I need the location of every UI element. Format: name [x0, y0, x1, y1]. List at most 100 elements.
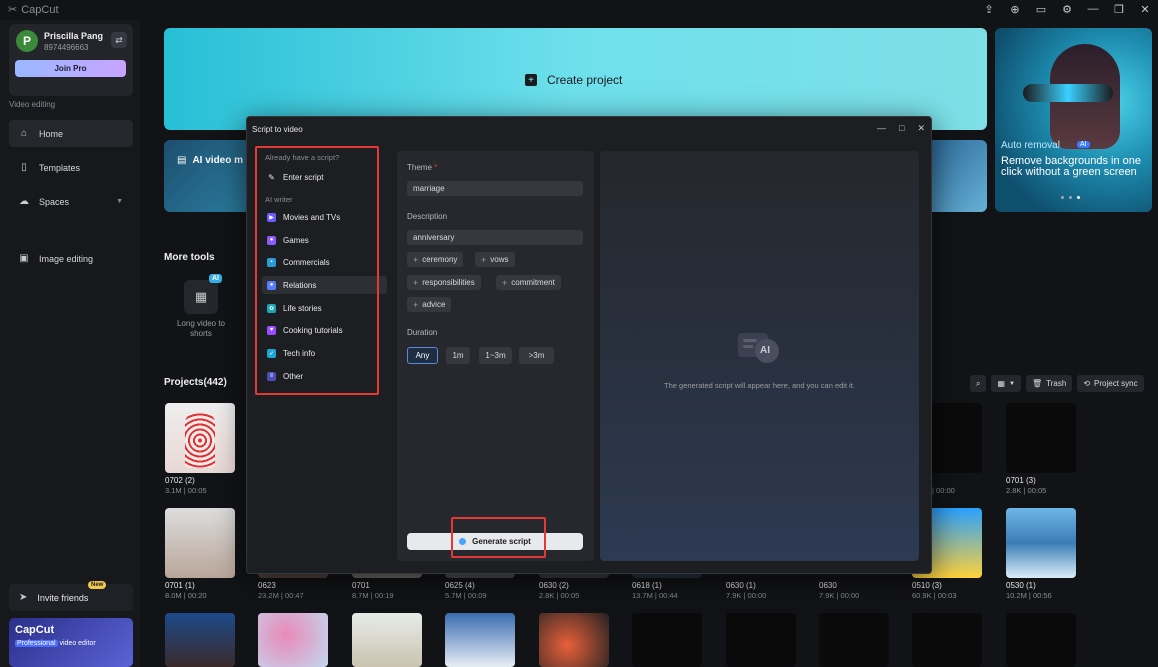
- project-thumbnail[interactable]: [1006, 613, 1076, 667]
- project-meta: 3.1M | 00:05: [165, 486, 207, 495]
- chevron-down-icon[interactable]: ▼: [116, 198, 123, 205]
- duration-1-3m[interactable]: 1~3m: [479, 347, 512, 364]
- ai-video-label: ▤ AI video m: [177, 155, 243, 166]
- sidebar-item-templates[interactable]: ▯ Templates: [9, 154, 133, 181]
- project-meta: 10.2M | 00:56: [1006, 591, 1052, 600]
- project-thumbnail[interactable]: [632, 613, 702, 667]
- carousel-dot[interactable]: [1061, 196, 1064, 199]
- project-name: 0701 (1): [165, 581, 195, 590]
- project-thumbnail[interactable]: [258, 613, 328, 667]
- theme-input[interactable]: marriage: [407, 181, 583, 196]
- promo-line2: Remove backgrounds in one click without …: [1001, 155, 1142, 178]
- highlight-box: [451, 517, 546, 558]
- project-toolbar: ⌕ ▦ ▼ 🗑 Trash ⟲ Project sync: [970, 375, 1144, 392]
- minimize-icon[interactable]: —: [1086, 2, 1100, 16]
- sidebar-item-home[interactable]: ⌂ Home: [9, 120, 133, 147]
- restore-icon[interactable]: ❐: [1112, 2, 1126, 16]
- ai-video-text: AI video m: [192, 155, 244, 166]
- promo-visor-image: [1023, 84, 1113, 102]
- description-input[interactable]: anniversary: [407, 230, 583, 245]
- project-meta: 7.9K | 00:00: [726, 591, 767, 600]
- promo-line1: Auto removal: [1001, 140, 1060, 151]
- close-icon[interactable]: ✕: [1138, 2, 1152, 16]
- project-thumbnail[interactable]: [1006, 508, 1076, 578]
- long-video-to-shorts-button[interactable]: ▦: [184, 280, 218, 314]
- carousel-dot-active[interactable]: [1077, 196, 1080, 199]
- video-icon: ▤: [177, 155, 187, 166]
- script-output-panel[interactable]: AI The generated script will appear here…: [600, 151, 919, 561]
- capcut-promo-card[interactable]: CapCut Professional video editor: [9, 618, 133, 667]
- project-name: 0510 (3): [912, 581, 942, 590]
- project-thumbnail[interactable]: [352, 613, 422, 667]
- promo-suffix: video editor: [59, 640, 96, 647]
- project-name: 0618 (1): [632, 581, 662, 590]
- project-thumbnail[interactable]: [165, 403, 235, 473]
- user-card: P Priscilla Pang 8974496663 ⇄ Join Pro: [9, 24, 133, 96]
- chevron-down-icon: ▼: [1009, 380, 1015, 387]
- chip-ceremony[interactable]: + ceremony: [407, 252, 464, 267]
- ai-tag: AI: [209, 274, 222, 283]
- project-thumbnail[interactable]: [819, 613, 889, 667]
- sidebar: P Priscilla Pang 8974496663 ⇄ Join Pro V…: [0, 20, 140, 667]
- sync-label: Project sync: [1094, 379, 1138, 388]
- project-meta: 2.8K | 00:05: [539, 591, 580, 600]
- close-icon[interactable]: ✕: [917, 123, 925, 134]
- invite-friends-button[interactable]: ➤ Invite friends New: [9, 581, 133, 611]
- join-pro-button[interactable]: Join Pro: [15, 60, 126, 77]
- project-name: 0702 (2): [165, 476, 195, 485]
- avatar[interactable]: P: [16, 30, 38, 52]
- carousel-dots[interactable]: [1061, 196, 1080, 199]
- app-name: CapCut: [21, 3, 59, 16]
- script-to-video-dialog: Script to video — □ ✕ Already have a scr…: [246, 116, 932, 574]
- home-icon: ⌂: [20, 128, 28, 139]
- create-project-button[interactable]: + Create project: [525, 73, 622, 87]
- project-thumbnail[interactable]: [165, 613, 235, 667]
- promo-carousel[interactable]: Auto removal AI Remove backgrounds in on…: [995, 28, 1152, 212]
- project-meta: 8.0M | 00:20: [165, 591, 207, 600]
- chip-vows[interactable]: + vows: [475, 252, 515, 267]
- project-name: 0630 (1): [726, 581, 756, 590]
- trash-button[interactable]: 🗑 Trash: [1026, 375, 1073, 392]
- chip-advice[interactable]: + advice: [407, 297, 452, 312]
- duration-any[interactable]: Any: [407, 347, 438, 364]
- project-sync-button[interactable]: ⟲ Project sync: [1077, 375, 1144, 392]
- project-thumbnail[interactable]: [539, 613, 609, 667]
- sidebar-item-image-editing[interactable]: ▣ Image editing: [9, 245, 133, 272]
- user-name: Priscilla Pang: [44, 31, 104, 41]
- feedback-icon[interactable]: ▭: [1034, 2, 1048, 16]
- chip-responsibilities[interactable]: + responsibilities: [407, 275, 481, 290]
- duration-1m[interactable]: 1m: [446, 347, 470, 364]
- chip-label: advice: [422, 300, 446, 309]
- project-thumbnail[interactable]: [912, 613, 982, 667]
- maximize-icon[interactable]: □: [899, 123, 904, 134]
- capcut-logo-icon: ✂: [8, 4, 18, 16]
- plus-icon: +: [413, 277, 419, 288]
- sidebar-item-label: Spaces: [39, 196, 70, 207]
- video-editing-label: Video editing: [9, 100, 56, 109]
- highlight-box: [255, 146, 379, 395]
- project-thumbnail[interactable]: [1006, 403, 1076, 473]
- user-phone: 8974496663: [44, 43, 89, 52]
- ai-video-card[interactable]: [164, 140, 250, 212]
- carousel-dot[interactable]: [1069, 196, 1072, 199]
- chip-commitment[interactable]: + commitment: [496, 275, 561, 290]
- settings-icon[interactable]: ⚙: [1060, 2, 1074, 16]
- required-mark: *: [434, 163, 438, 172]
- feature-card[interactable]: [932, 140, 987, 212]
- switch-account-icon[interactable]: ⇄: [111, 32, 127, 48]
- search-button[interactable]: ⌕: [970, 375, 987, 392]
- duration-over-3m[interactable]: >3m: [519, 347, 554, 364]
- share-icon[interactable]: ⇪: [982, 2, 996, 16]
- minimize-icon[interactable]: —: [877, 123, 886, 134]
- theme-label-text: Theme: [407, 163, 432, 172]
- project-thumbnail[interactable]: [726, 613, 796, 667]
- upload-icon[interactable]: ⊕: [1008, 2, 1022, 16]
- project-thumbnail[interactable]: [445, 613, 515, 667]
- projects-title: Projects(442): [164, 377, 227, 388]
- trash-icon: 🗑: [1032, 379, 1043, 388]
- project-meta: 5.7M | 00:09: [445, 591, 487, 600]
- project-thumbnail[interactable]: [165, 508, 235, 578]
- view-toggle-button[interactable]: ▦ ▼: [991, 375, 1021, 392]
- grid-icon: ▦: [997, 379, 1006, 388]
- sidebar-item-spaces[interactable]: ☁ Spaces ▼: [9, 188, 133, 215]
